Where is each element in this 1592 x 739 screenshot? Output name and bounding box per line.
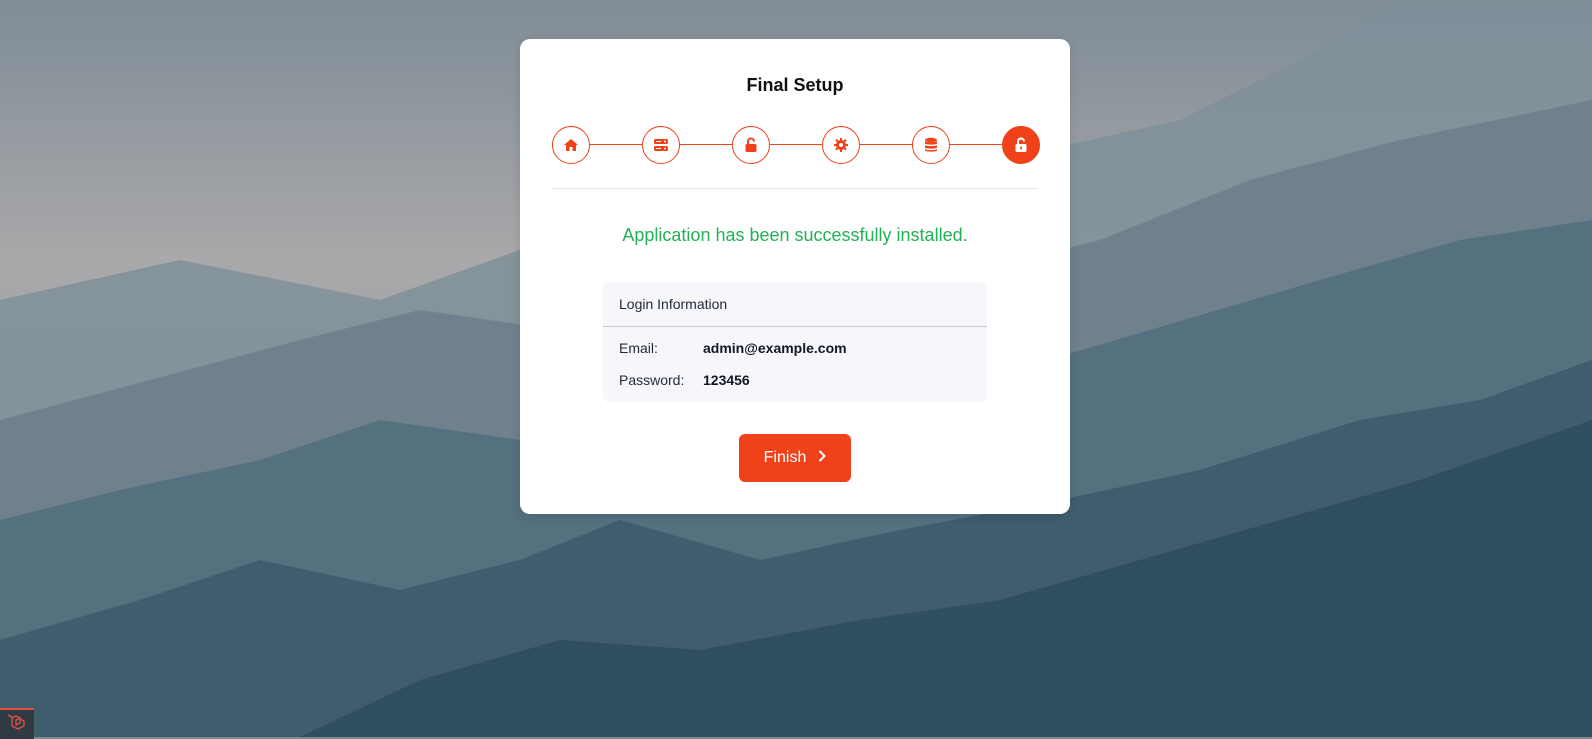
home-icon: [563, 137, 579, 153]
server-icon: [653, 137, 669, 153]
password-value: 123456: [703, 372, 750, 388]
step-server[interactable]: [642, 126, 680, 164]
stepper-connector: [770, 144, 822, 145]
gear-icon: [833, 137, 849, 153]
email-label: Email:: [619, 340, 658, 356]
finish-label: Finish: [763, 449, 807, 466]
divider: [552, 188, 1038, 189]
login-info-panel: Login Information Email: admin@example.co…: [603, 282, 987, 402]
database-icon: [924, 137, 938, 153]
step-final[interactable]: [1002, 126, 1040, 164]
step-permissions[interactable]: [732, 126, 770, 164]
success-message: Application has been successfully instal…: [622, 225, 968, 245]
step-database[interactable]: [912, 126, 950, 164]
laravel-logo-icon: [6, 712, 28, 737]
finish-button[interactable]: Finish: [739, 434, 851, 482]
unlock-icon: [1014, 137, 1028, 153]
step-settings[interactable]: [822, 126, 860, 164]
page-title: Final Setup: [746, 75, 844, 95]
stepper-connector: [860, 144, 912, 145]
stepper-connector: [590, 144, 642, 145]
login-info-heading: Login Information: [603, 282, 987, 327]
password-row: Password: 123456: [619, 372, 750, 388]
setup-stepper: [552, 126, 1040, 164]
email-row: Email: admin@example.com: [619, 340, 847, 356]
unlock-icon: [744, 137, 758, 153]
laravel-logo[interactable]: [0, 708, 34, 739]
stepper-connector: [950, 144, 1002, 145]
setup-card: Final Setup Application has been success…: [520, 39, 1070, 514]
email-value: admin@example.com: [703, 340, 847, 356]
password-label: Password:: [619, 372, 685, 388]
stepper-connector: [680, 144, 732, 145]
step-home[interactable]: [552, 126, 590, 164]
chevron-right-icon: [818, 449, 827, 467]
